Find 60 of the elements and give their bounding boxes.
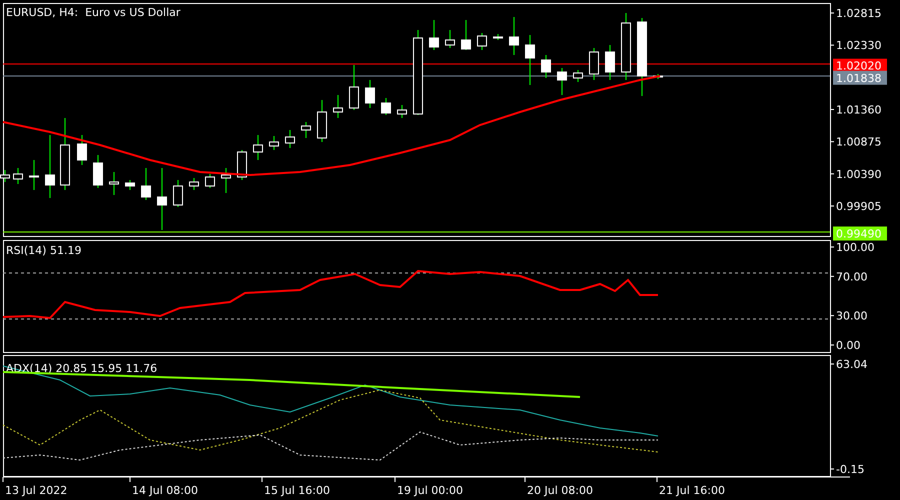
candle	[189, 178, 199, 190]
candle	[269, 136, 279, 150]
candle	[445, 30, 455, 48]
price-tag: 1.01838	[833, 70, 887, 85]
time-axis-label: 19 Jul 00:00	[397, 484, 463, 497]
price-tag: 1.02020	[833, 58, 887, 73]
price-axis-label: 1.02330	[836, 39, 882, 52]
price-axis-label: 1.00390	[836, 168, 882, 181]
candle	[589, 48, 599, 80]
candle	[365, 80, 375, 108]
candle	[29, 160, 39, 190]
candle	[317, 100, 327, 142]
candle	[301, 122, 311, 138]
price-tag: 0.99490	[833, 226, 887, 241]
candle	[93, 154, 103, 188]
price-axis-label: 1.00875	[836, 136, 882, 149]
candle	[237, 150, 247, 180]
time-axis-label: 20 Jul 08:00	[527, 484, 593, 497]
candle	[653, 74, 663, 80]
candle	[45, 134, 55, 198]
time-axis-label: 14 Jul 08:00	[132, 484, 198, 497]
rsi-axis-label: 0.00	[836, 339, 860, 352]
rsi-axis-label: 30.00	[836, 310, 868, 323]
rsi-axis-label: 70.00	[836, 270, 868, 284]
candle	[221, 168, 231, 194]
rsi-label: RSI(14) 51.19	[6, 244, 82, 257]
time-axis-label: 21 Jul 16:00	[659, 484, 725, 497]
candle	[461, 20, 471, 50]
candle	[141, 168, 151, 200]
rsi-axis-label: 100.00	[836, 241, 874, 254]
candle	[253, 134, 263, 160]
candle	[285, 130, 295, 148]
candle	[509, 16, 519, 56]
candle	[429, 20, 439, 50]
price-axis-label: 1.01360	[836, 104, 882, 116]
price-axis-label: 1.02815	[836, 7, 882, 20]
candle	[557, 68, 567, 96]
candle	[173, 180, 183, 208]
candle	[13, 168, 23, 184]
candle	[525, 34, 535, 86]
candle	[333, 94, 343, 118]
price-axis-label: 0.99905	[836, 200, 882, 213]
time-axis-label: 13 Jul 2022	[5, 484, 68, 497]
candle	[621, 12, 631, 80]
candle	[109, 172, 119, 196]
candle	[541, 54, 551, 78]
adx-axis-label: -0.15	[836, 463, 864, 476]
candle	[125, 180, 135, 190]
time-axis-label: 15 Jul 16:00	[264, 484, 330, 497]
candle	[477, 32, 487, 50]
candle	[349, 64, 359, 110]
adx-axis-label: 63.04	[836, 358, 868, 371]
candle	[605, 44, 615, 80]
candle	[397, 104, 407, 118]
candle	[77, 134, 87, 166]
candle	[381, 98, 391, 116]
chart-title: EURUSD, H4: Euro vs US Dollar	[6, 6, 180, 19]
candle	[573, 70, 583, 82]
candle	[157, 168, 167, 230]
candle	[205, 174, 215, 188]
